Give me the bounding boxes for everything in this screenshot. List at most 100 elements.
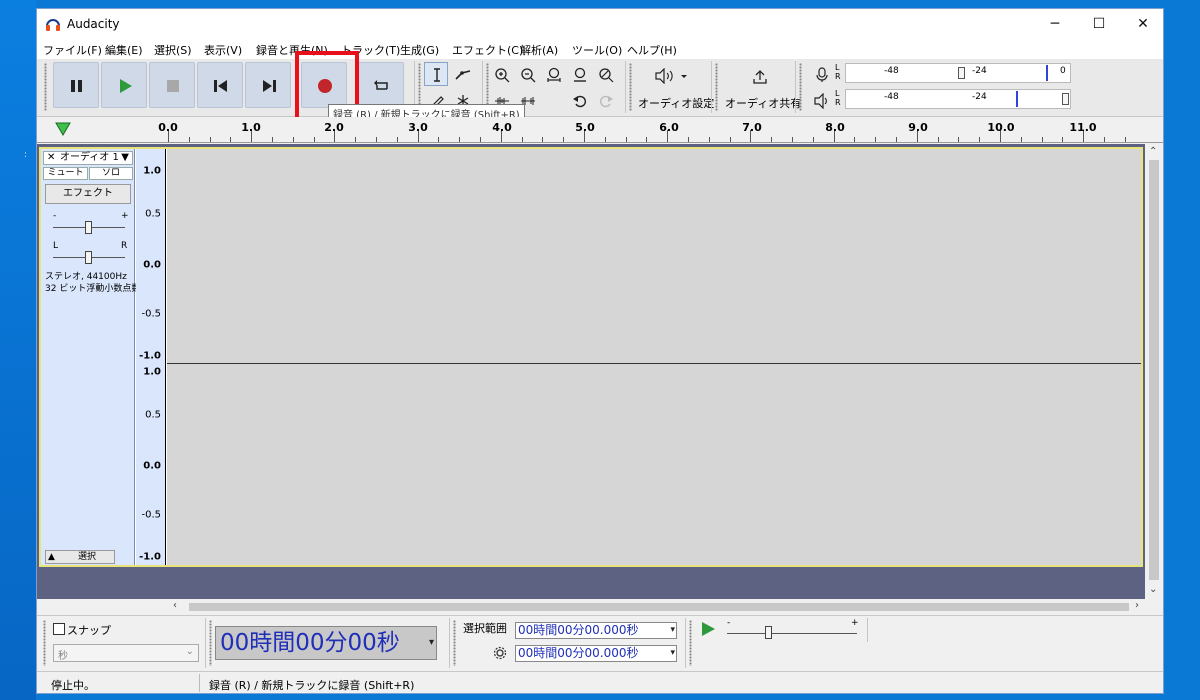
record-meter-l: L xyxy=(835,63,840,72)
pause-button[interactable] xyxy=(53,62,99,108)
horizontal-scrollbar[interactable]: ‹ › xyxy=(37,599,1163,615)
selection-end-time[interactable]: 00時間00分00.000秒 ▾ xyxy=(515,645,677,662)
audio-setup-button[interactable] xyxy=(649,63,689,87)
collapse-track-icon[interactable]: ▲ xyxy=(48,551,55,563)
snap-unit-select[interactable]: 秒 ⌄ xyxy=(53,644,199,662)
menu-effect[interactable]: エフェクト(C) xyxy=(452,42,523,58)
toolbar-separator xyxy=(867,618,868,642)
audacity-logo-icon xyxy=(46,19,60,31)
playback-meter-r: R xyxy=(835,98,841,107)
toolbar-grip[interactable] xyxy=(453,620,456,666)
record-gain-slider[interactable] xyxy=(958,67,965,79)
maximize-button[interactable]: ☐ xyxy=(1077,9,1121,39)
stop-button[interactable] xyxy=(149,62,195,108)
solo-button[interactable]: ソロ xyxy=(89,167,133,180)
time-format-dropdown-icon[interactable]: ▾ xyxy=(429,627,434,659)
ruler-tick xyxy=(355,137,357,142)
skip-to-start-button[interactable] xyxy=(197,62,243,108)
selection-label: 選択範囲 xyxy=(463,622,507,635)
vruler-label: 0.0 xyxy=(143,460,161,472)
scroll-down-icon[interactable]: ⌄ xyxy=(1149,584,1157,595)
zoom-in-icon xyxy=(495,68,510,83)
redo-button[interactable] xyxy=(593,88,617,112)
waveform-area[interactable] xyxy=(167,149,1141,565)
gain-slider[interactable] xyxy=(85,221,92,234)
track-name[interactable]: オーディオ 1 xyxy=(60,152,119,164)
settings-gear-icon[interactable] xyxy=(493,646,507,660)
ruler-tick xyxy=(188,137,190,142)
menu-view[interactable]: 表示(V) xyxy=(204,42,242,58)
menu-help[interactable]: ヘルプ(H) xyxy=(627,42,677,58)
toolbar-separator xyxy=(205,618,206,668)
menu-select[interactable]: 選択(S) xyxy=(154,42,192,58)
ruler-tick xyxy=(708,137,710,142)
close-window-button[interactable]: ✕ xyxy=(1121,9,1163,39)
ruler-tick xyxy=(438,137,440,142)
close-track-icon[interactable]: ✕ xyxy=(47,152,55,164)
menu-generate[interactable]: 生成(G) xyxy=(400,42,439,58)
effects-button[interactable]: エフェクト xyxy=(45,184,131,204)
audio-share-label[interactable]: オーディオ共有 xyxy=(725,95,801,111)
ruler-tick xyxy=(480,137,481,142)
pan-slider[interactable] xyxy=(85,251,92,264)
selection-start-time[interactable]: 00時間00分00.000秒 ▾ xyxy=(515,622,677,639)
toolbar-grip[interactable] xyxy=(629,63,632,111)
zoom-toggle-button[interactable] xyxy=(593,62,617,86)
scroll-left-icon[interactable]: ‹ xyxy=(173,600,177,611)
vertical-scroll-thumb[interactable] xyxy=(1149,160,1159,580)
menu-file[interactable]: ファイル(F) xyxy=(43,42,102,58)
play-at-speed-icon[interactable] xyxy=(699,620,717,638)
selection-end-value: 00時間00分00.000秒 xyxy=(518,646,639,660)
record-meter[interactable]: -48 -24 0 xyxy=(845,63,1071,83)
track-title-bar[interactable]: ✕ オーディオ 1 ▼ xyxy=(43,151,133,165)
toolbar-grip[interactable] xyxy=(799,63,802,111)
track-menu-dropdown-icon[interactable]: ▼ xyxy=(121,152,129,164)
play-head-icon[interactable] xyxy=(55,122,71,136)
zoom-toggle-icon xyxy=(599,68,614,83)
ruler-tick xyxy=(625,137,627,142)
time-format-dropdown-icon[interactable]: ▾ xyxy=(670,623,675,638)
horizontal-scroll-thumb[interactable] xyxy=(189,603,1129,611)
fit-project-button[interactable] xyxy=(567,62,591,86)
ruler-tick xyxy=(230,137,232,142)
ruler-label: 2.0 xyxy=(324,121,344,134)
share-audio-button[interactable] xyxy=(747,64,771,88)
time-display[interactable]: 00時間00分00秒 ▾ xyxy=(215,626,437,660)
toolbar-grip[interactable] xyxy=(715,63,718,111)
fit-selection-button[interactable] xyxy=(541,62,565,86)
desktop-marker: : xyxy=(24,150,28,160)
scroll-right-icon[interactable]: › xyxy=(1135,600,1139,611)
selection-tool-button[interactable] xyxy=(424,62,448,86)
record-meter-button[interactable] xyxy=(809,62,833,86)
skip-to-end-button[interactable] xyxy=(245,62,291,108)
play-button[interactable] xyxy=(101,62,147,108)
zoom-in-button[interactable] xyxy=(489,62,513,86)
toolbar-grip[interactable] xyxy=(44,63,47,111)
playback-meter-button[interactable] xyxy=(809,88,833,112)
toolbar-grip[interactable] xyxy=(209,620,212,666)
playback-meter[interactable]: -48 -24 xyxy=(845,89,1071,109)
playback-gain-slider[interactable] xyxy=(1062,93,1069,105)
envelope-tool-button[interactable] xyxy=(450,62,474,86)
vertical-ruler[interactable]: 1.0 0.5 0.0 -0.5 -1.0 1.0 0.5 0.0 -0.5 -… xyxy=(136,149,166,565)
toolbar-grip[interactable] xyxy=(43,620,46,666)
mute-button[interactable]: ミュート xyxy=(43,167,88,180)
minimize-button[interactable]: ─ xyxy=(1033,9,1077,39)
playback-speed-slider[interactable] xyxy=(765,626,772,639)
select-track-button[interactable]: ▲ 選択 xyxy=(45,550,115,564)
menu-analyze[interactable]: 解析(A) xyxy=(520,42,558,58)
toolbar-grip[interactable] xyxy=(689,620,692,666)
record-meter-channels: LR xyxy=(835,63,841,81)
audio-setup-label[interactable]: オーディオ設定 xyxy=(638,95,714,111)
vertical-scrollbar[interactable]: ⌃ ⌄ xyxy=(1145,144,1163,599)
snap-checkbox[interactable] xyxy=(53,623,65,635)
scroll-up-icon[interactable]: ⌃ xyxy=(1149,146,1157,157)
timeline-ruler[interactable]: 0.0 1.0 2.0 3.0 4.0 5.0 6.0 7.0 8.0 9.0 … xyxy=(37,117,1163,143)
loop-button[interactable] xyxy=(358,62,404,108)
undo-button[interactable] xyxy=(567,88,591,112)
zoom-out-button[interactable] xyxy=(515,62,539,86)
menu-edit[interactable]: 編集(E) xyxy=(105,42,143,58)
status-bar: 停止中。 録音 (R) / 新規トラックに録音 (Shift+R) xyxy=(37,671,1163,693)
time-format-dropdown-icon[interactable]: ▾ xyxy=(670,646,675,661)
menu-tools[interactable]: ツール(O) xyxy=(572,42,622,58)
